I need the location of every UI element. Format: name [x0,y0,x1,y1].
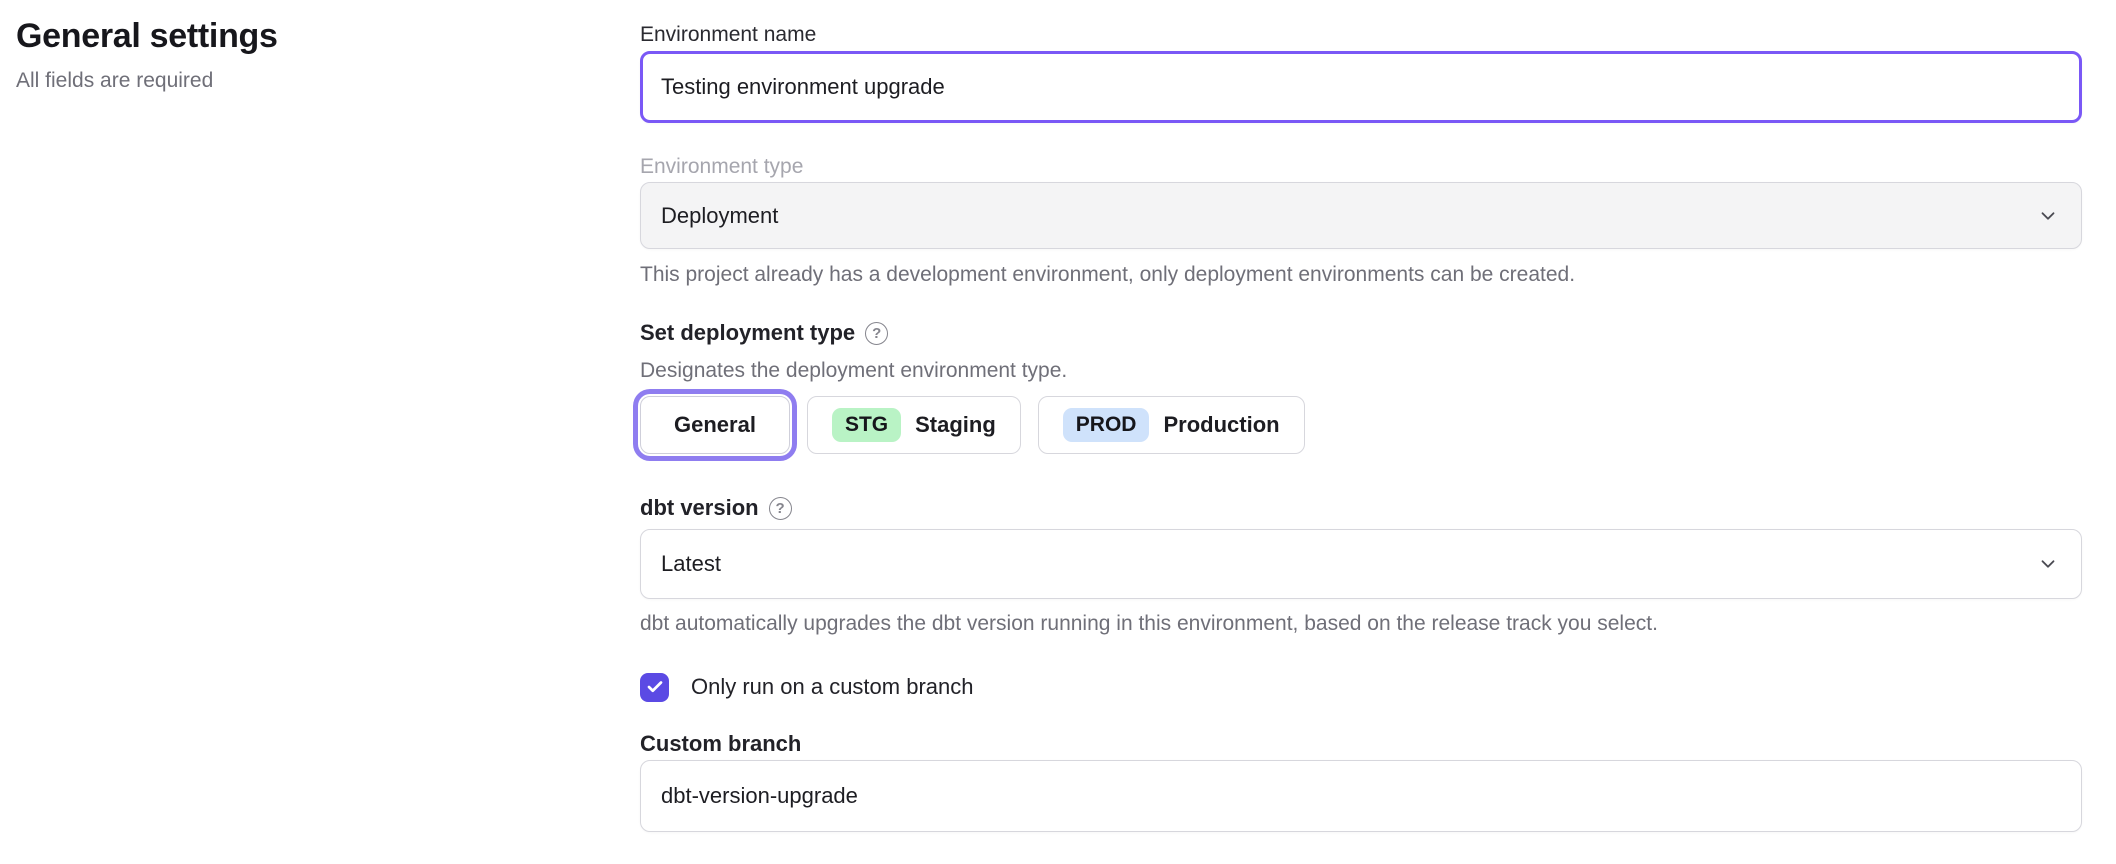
dbt-version-value: Latest [661,551,721,577]
chevron-down-icon [2037,553,2059,575]
deployment-type-header: Set deployment type ? [640,319,2082,347]
environment-type-helper: This project already has a development e… [640,262,2082,288]
prod-badge: PROD [1063,408,1150,442]
deployment-type-label: Set deployment type [640,319,855,347]
page-subtitle: All fields are required [16,68,576,94]
chevron-down-icon [2037,205,2059,227]
environment-settings-form: Environment name Environment type Deploy… [640,0,2082,832]
deployment-type-general-label: General [674,412,756,438]
stg-badge: STG [832,408,901,442]
deployment-type-production-button[interactable]: PROD Production [1038,396,1305,454]
deployment-type-options: General STG Staging PROD Production [640,396,2082,454]
check-icon [646,678,664,696]
dbt-version-header: dbt version ? [640,494,2082,522]
deployment-type-production-label: Production [1163,412,1279,438]
environment-type-select: Deployment [640,182,2082,249]
environment-name-label: Environment name [640,22,2082,48]
custom-branch-label: Custom branch [640,731,2082,757]
dbt-version-select[interactable]: Latest [640,529,2082,599]
page-title: General settings [16,16,576,56]
custom-branch-input[interactable] [640,760,2082,832]
environment-name-input[interactable] [640,51,2082,123]
dbt-version-helper: dbt automatically upgrades the dbt versi… [640,611,2082,637]
custom-branch-checkbox[interactable] [640,673,669,702]
dbt-version-label: dbt version [640,494,759,522]
deployment-type-general-button[interactable]: General [640,396,790,454]
environment-type-label: Environment type [640,154,2082,180]
deployment-type-staging-button[interactable]: STG Staging [807,396,1021,454]
custom-branch-toggle-row: Only run on a custom branch [640,672,2082,702]
deployment-type-description: Designates the deployment environment ty… [640,358,2082,384]
settings-header: General settings All fields are required [16,16,576,94]
deployment-type-staging-label: Staging [915,412,996,438]
dbt-version-help-icon[interactable]: ? [769,497,792,520]
deployment-type-help-icon[interactable]: ? [865,322,888,345]
custom-branch-toggle-label[interactable]: Only run on a custom branch [691,672,973,702]
environment-type-value: Deployment [661,203,778,229]
